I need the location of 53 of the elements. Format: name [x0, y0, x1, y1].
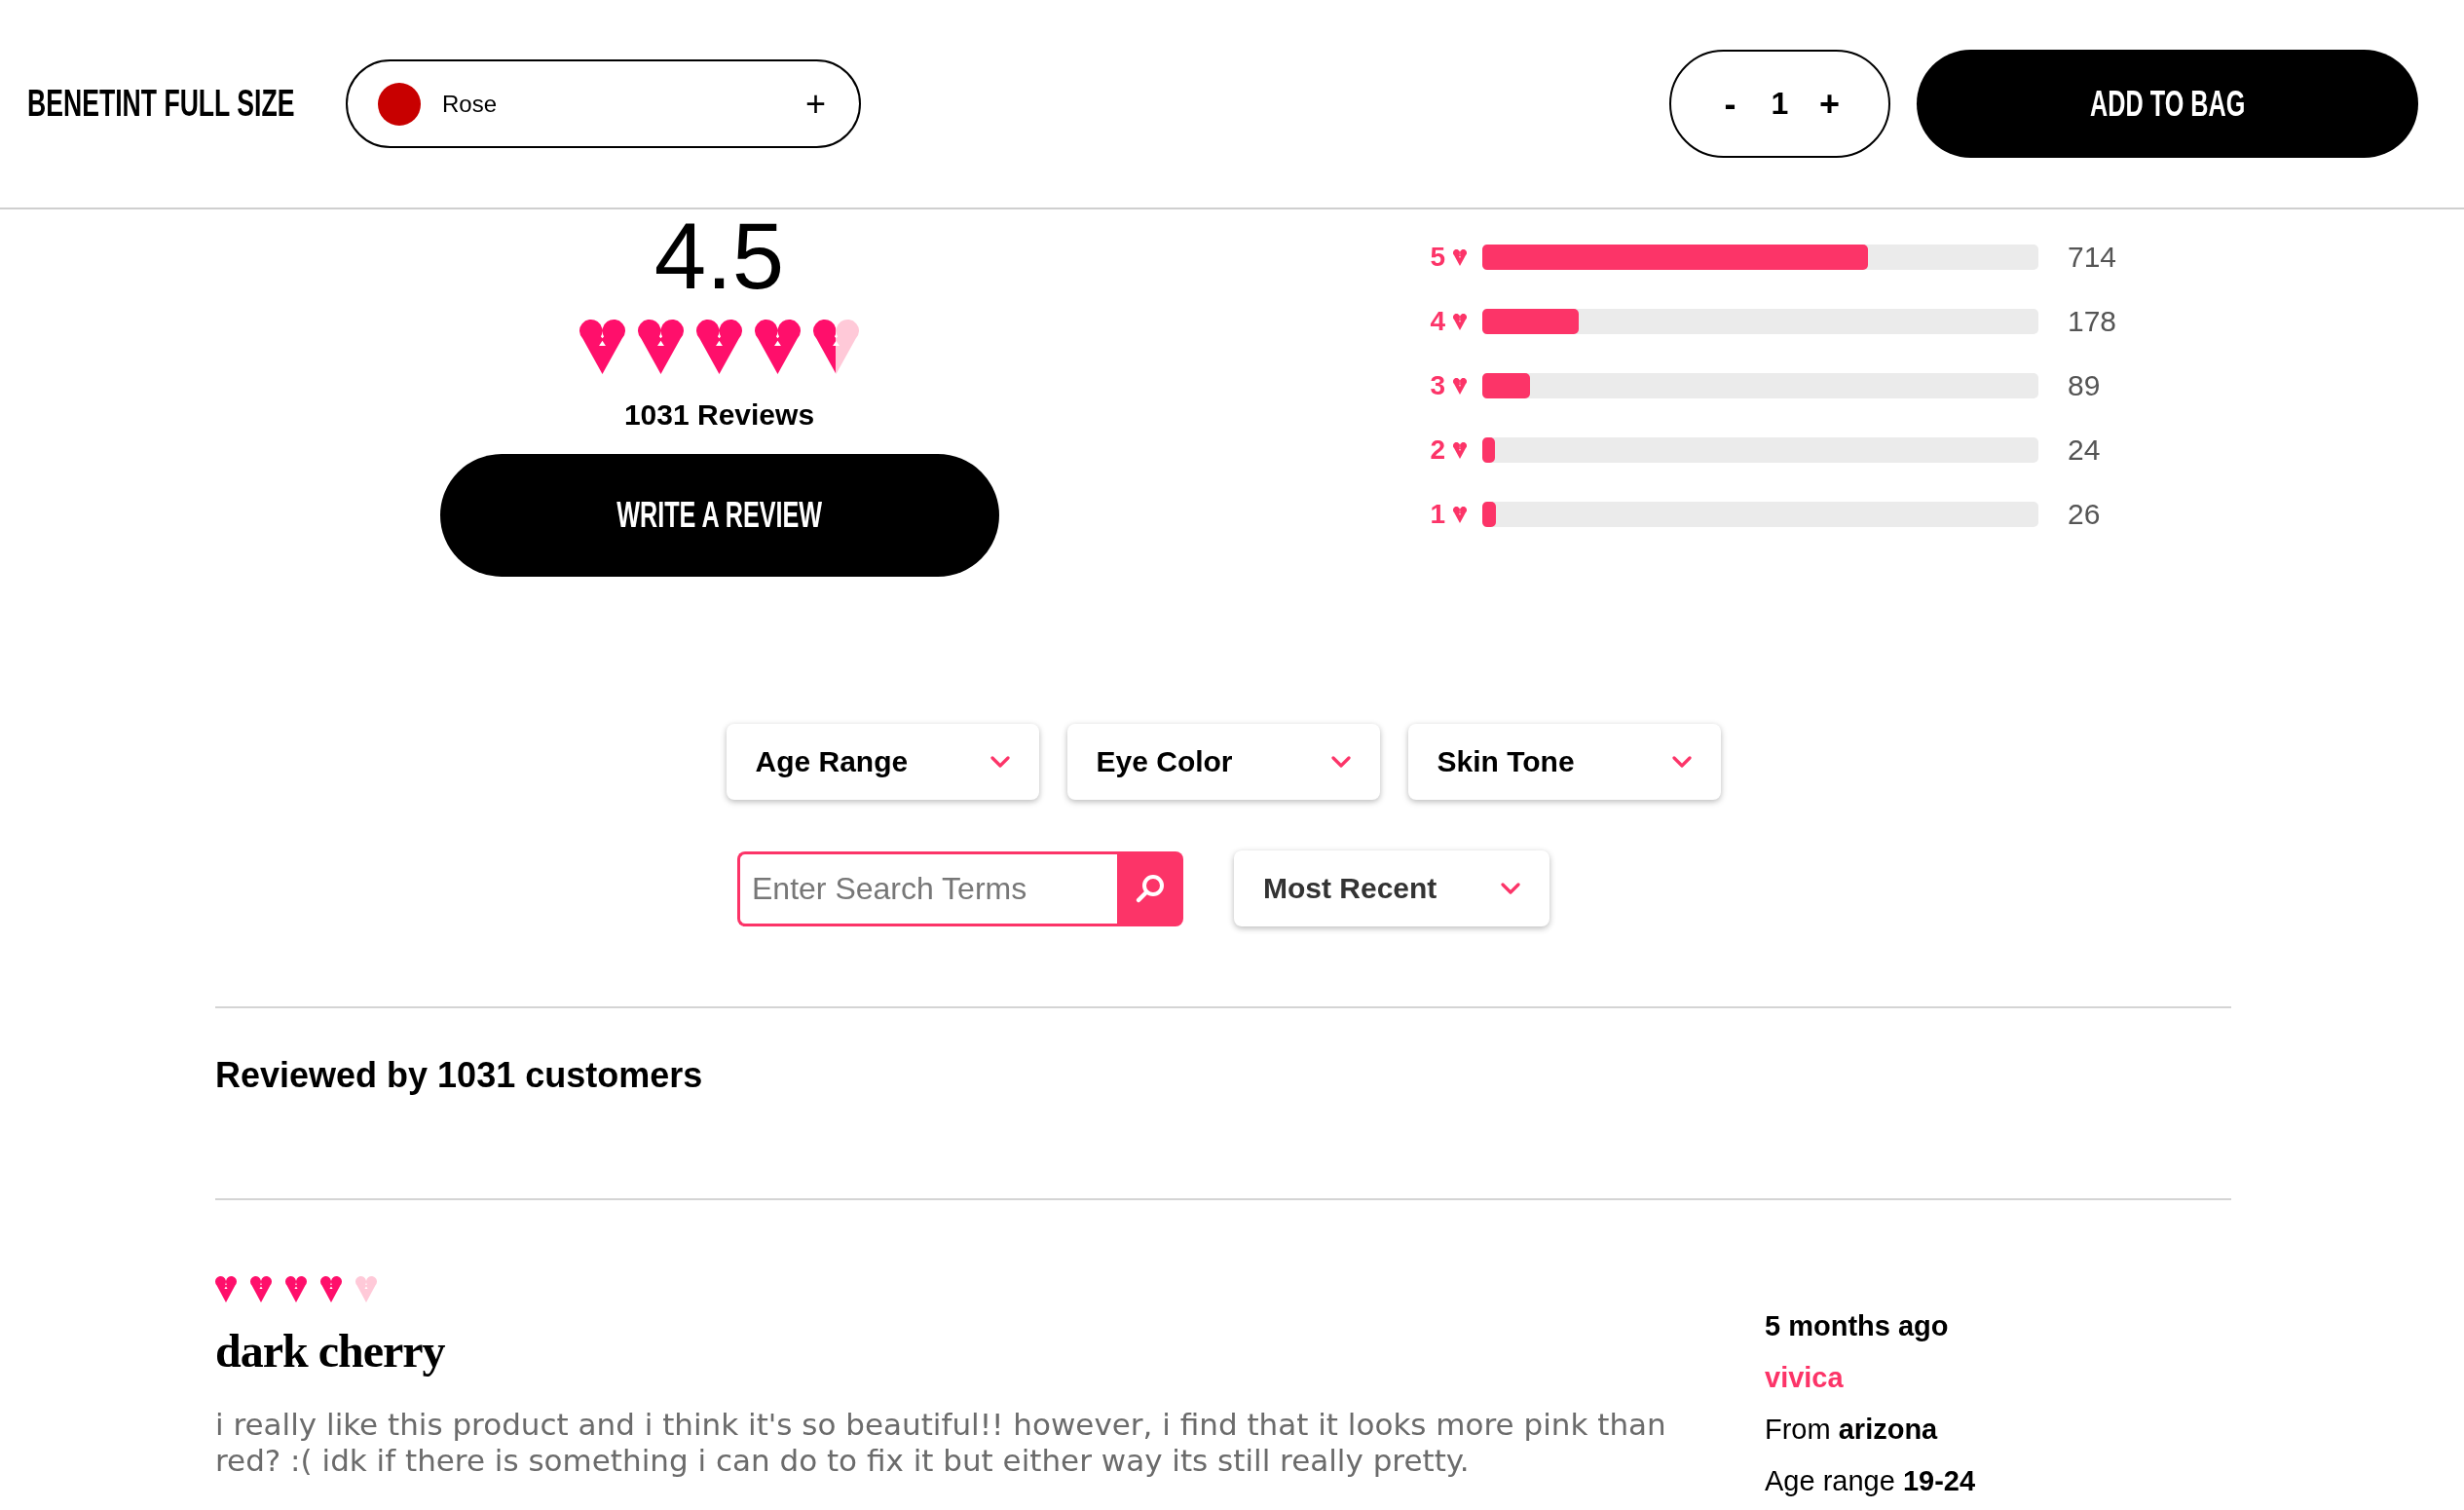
add-to-bag-button[interactable]: ADD TO BAG: [1917, 50, 2418, 158]
heart-icon: [250, 1276, 272, 1302]
plus-icon: +: [804, 86, 826, 122]
reviews-heading: Reviewed by 1031 customers: [215, 1055, 703, 1096]
reviewer-location: From arizona: [1765, 1413, 1938, 1447]
heart-icon: [755, 320, 801, 374]
rating-label: 4: [1430, 306, 1445, 337]
rating-count: 24: [2068, 434, 2101, 467]
rating-label: 5: [1430, 242, 1445, 273]
chevron-down-icon: [1671, 756, 1692, 768]
heart-icon: [1453, 248, 1467, 266]
reviewer-age-range: Age range 19-24: [1765, 1464, 1976, 1498]
rating-count: 89: [2068, 369, 2101, 402]
filter-dropdown[interactable]: Eye Color: [1066, 724, 1380, 800]
search-icon: [1135, 873, 1166, 904]
average-rating: 4.5: [653, 209, 785, 303]
review-count: 1031 Reviews: [623, 397, 815, 433]
search-button[interactable]: [1117, 850, 1183, 926]
heart-icon: [813, 320, 859, 374]
heart-icon: [355, 1276, 377, 1302]
heart-icon: [696, 320, 742, 374]
rating-label: 1: [1430, 499, 1445, 530]
chevron-down-icon: [1330, 756, 1351, 768]
heart-icon: [579, 320, 625, 374]
review-date: 5 months ago: [1765, 1309, 1949, 1343]
rating-count: 714: [2068, 241, 2117, 274]
quantity-value: 1: [1771, 86, 1789, 122]
sort-dropdown[interactable]: Most Recent: [1234, 850, 1549, 926]
reviewer-name: vivica: [1765, 1361, 1844, 1395]
rating-label: 3: [1430, 370, 1445, 401]
review-title: dark cherry: [215, 1328, 445, 1375]
filter-dropdown[interactable]: Age Range: [726, 724, 1039, 800]
heart-icon: [1453, 441, 1467, 459]
heart-icon: [320, 1276, 342, 1302]
review-text: i really like this product and i think it's so beautiful!! however, i find that it looks more pink than red? :( idk if there is something i can do to fix it but either way its still really pretty.: [215, 1407, 1667, 1479]
product-title: BENETINT FULL SIZE: [27, 83, 295, 125]
heart-icon: [1453, 313, 1467, 330]
search-field[interactable]: Enter Search Terms: [737, 850, 1117, 926]
chevron-down-icon: [1501, 883, 1520, 894]
heart-icon: [638, 320, 684, 374]
heart-icon: [285, 1276, 307, 1302]
write-review-button[interactable]: WRITE A REVIEW: [439, 454, 999, 577]
heart-icon: [1453, 377, 1467, 395]
heart-icon: [1453, 506, 1467, 523]
decrease-button[interactable]: -: [1718, 86, 1742, 122]
increase-button[interactable]: +: [1817, 86, 1842, 122]
rating-count: 26: [2068, 498, 2101, 531]
filter-dropdown[interactable]: Skin Tone: [1407, 724, 1721, 800]
heart-icon: [215, 1276, 237, 1302]
chevron-down-icon: [989, 756, 1010, 768]
rating-label: 2: [1430, 434, 1445, 466]
shade-selector[interactable]: Rose +: [346, 59, 861, 148]
rating-count: 178: [2068, 305, 2117, 338]
